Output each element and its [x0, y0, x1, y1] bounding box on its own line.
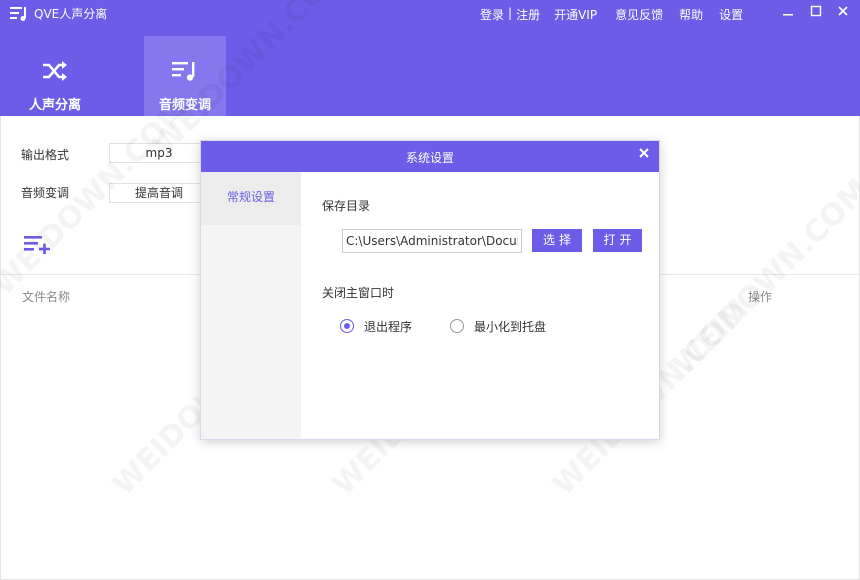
pitch-label: 音频变调: [21, 186, 70, 200]
minimize-tray-label: 最小化到托盘: [474, 320, 547, 334]
settings-dialog: 系统设置 常规设置 保存目录 选择 打开 关闭主窗口时 退出程序 最小化到托盘: [200, 140, 660, 440]
column-filename: 文件名称: [22, 290, 71, 304]
vip-link[interactable]: 开通VIP: [554, 6, 597, 23]
save-dir-input[interactable]: [342, 229, 522, 253]
header-bar: QVE人声分离 登录 | 注册 开通VIP 意见反馈 帮助 设置 人声分离 音频…: [0, 0, 860, 116]
tab-pitch-shift[interactable]: 音频变调: [144, 36, 226, 116]
tab-vocal-separation[interactable]: 人声分离: [14, 36, 96, 116]
dialog-sidebar: 常规设置: [201, 172, 301, 439]
top-links: 登录 | 注册 开通VIP 意见反馈 帮助 设置: [480, 6, 743, 23]
dialog-titlebar: 系统设置: [201, 141, 659, 172]
output-format-select[interactable]: mp3: [109, 143, 209, 163]
help-link[interactable]: 帮助: [679, 6, 703, 23]
nav-label: 常规设置: [226, 190, 275, 204]
register-link[interactable]: 注册: [516, 6, 540, 23]
on-close-label: 关闭主窗口时: [322, 286, 395, 300]
menu-music-icon: [10, 7, 26, 21]
tab-label: 音频变调: [158, 98, 211, 113]
close-icon[interactable]: [836, 4, 850, 18]
maximize-icon[interactable]: [809, 4, 823, 18]
choose-button[interactable]: 选择: [532, 229, 582, 252]
dialog-title: 系统设置: [405, 151, 454, 165]
open-button[interactable]: 打开: [593, 229, 642, 252]
music-list-icon: [172, 62, 195, 81]
minimize-tray-radio[interactable]: [450, 319, 464, 333]
nav-general-settings[interactable]: 常规设置: [201, 172, 301, 225]
shuffle-icon: [43, 61, 67, 81]
minimize-icon[interactable]: [781, 4, 795, 18]
feedback-link[interactable]: 意见反馈: [615, 6, 663, 23]
add-to-list-icon[interactable]: [24, 234, 52, 254]
login-link[interactable]: 登录: [480, 6, 504, 23]
link-separator: |: [508, 6, 513, 20]
app-title: QVE人声分离: [34, 7, 108, 21]
column-action: 操作: [748, 290, 773, 304]
output-format-label: 输出格式: [21, 148, 70, 162]
pitch-select[interactable]: 提高音调: [109, 183, 209, 203]
tab-label: 人声分离: [28, 98, 81, 113]
exit-program-label: 退出程序: [364, 320, 413, 334]
save-dir-label: 保存目录: [322, 199, 371, 213]
settings-link[interactable]: 设置: [719, 6, 743, 23]
exit-program-radio[interactable]: [340, 319, 354, 333]
close-icon[interactable]: [637, 146, 651, 160]
